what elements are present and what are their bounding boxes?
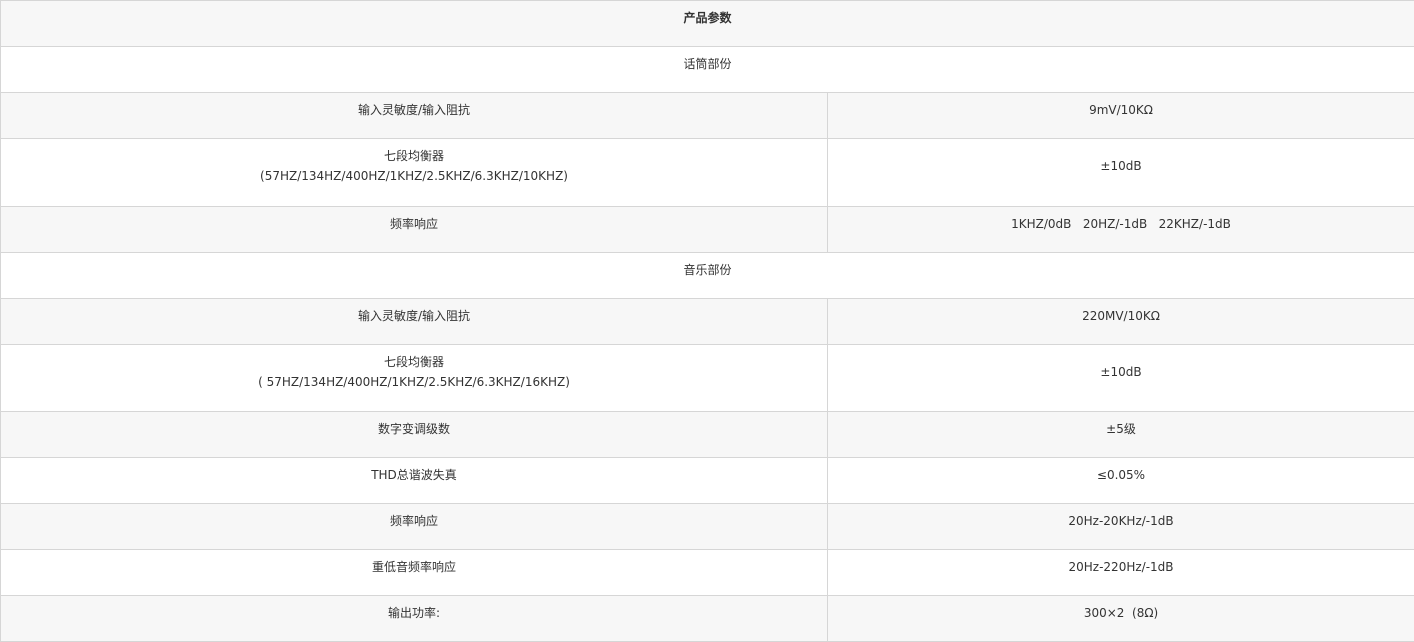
param-label: 输出功率: bbox=[1, 596, 828, 642]
param-label: 七段均衡器 bbox=[7, 146, 821, 166]
product-parameters-table: 产品参数 话筒部份 输入灵敏度/输入阻抗 9mV/10KΩ 七段均衡器 (57H… bbox=[0, 0, 1414, 642]
param-value: 220MV/10KΩ bbox=[828, 299, 1414, 345]
param-value: 1KHZ/0dB 20HZ/-1dB 22KHZ/-1dB bbox=[828, 207, 1414, 253]
param-value: 20Hz-220Hz/-1dB bbox=[828, 550, 1414, 596]
param-label: 数字变调级数 bbox=[1, 412, 828, 458]
table-row: 频率响应 1KHZ/0dB 20HZ/-1dB 22KHZ/-1dB bbox=[1, 207, 1414, 253]
table-row: 频率响应 20Hz-20KHz/-1dB bbox=[1, 504, 1414, 550]
param-value: ±10dB bbox=[828, 139, 1414, 207]
param-value: ±10dB bbox=[828, 345, 1414, 412]
param-sublabel: ( 57HZ/134HZ/400HZ/1KHZ/2.5KHZ/6.3KHZ/16… bbox=[7, 372, 821, 392]
param-value: ±5级 bbox=[828, 412, 1414, 458]
table-row: 重低音频率响应 20Hz-220Hz/-1dB bbox=[1, 550, 1414, 596]
table-row: 输入灵敏度/输入阻抗 220MV/10KΩ bbox=[1, 299, 1414, 345]
section-heading-row: 话筒部份 bbox=[1, 47, 1414, 93]
table-title-row: 产品参数 bbox=[1, 1, 1414, 47]
param-value: 20Hz-20KHz/-1dB bbox=[828, 504, 1414, 550]
param-label: 频率响应 bbox=[1, 207, 828, 253]
param-label: 频率响应 bbox=[1, 504, 828, 550]
param-value: 300×2 (8Ω) bbox=[828, 596, 1414, 642]
param-label-cell: 七段均衡器 (57HZ/134HZ/400HZ/1KHZ/2.5KHZ/6.3K… bbox=[1, 139, 828, 207]
table-row: 七段均衡器 ( 57HZ/134HZ/400HZ/1KHZ/2.5KHZ/6.3… bbox=[1, 345, 1414, 412]
table-row: THD总谐波失真 ≤0.05% bbox=[1, 458, 1414, 504]
section-heading-mic: 话筒部份 bbox=[1, 47, 1414, 93]
param-label: 七段均衡器 bbox=[7, 352, 821, 372]
param-label: 重低音频率响应 bbox=[1, 550, 828, 596]
param-label: THD总谐波失真 bbox=[1, 458, 828, 504]
param-label-cell: 七段均衡器 ( 57HZ/134HZ/400HZ/1KHZ/2.5KHZ/6.3… bbox=[1, 345, 828, 412]
section-heading-music: 音乐部份 bbox=[1, 253, 1414, 299]
table-row: 输出功率: 300×2 (8Ω) bbox=[1, 596, 1414, 642]
param-label: 输入灵敏度/输入阻抗 bbox=[1, 93, 828, 139]
table-row: 数字变调级数 ±5级 bbox=[1, 412, 1414, 458]
table-row: 输入灵敏度/输入阻抗 9mV/10KΩ bbox=[1, 93, 1414, 139]
param-label: 输入灵敏度/输入阻抗 bbox=[1, 299, 828, 345]
param-value: ≤0.05% bbox=[828, 458, 1414, 504]
param-value: 9mV/10KΩ bbox=[828, 93, 1414, 139]
param-sublabel: (57HZ/134HZ/400HZ/1KHZ/2.5KHZ/6.3KHZ/10K… bbox=[7, 166, 821, 186]
table-title: 产品参数 bbox=[1, 1, 1414, 47]
table-row: 七段均衡器 (57HZ/134HZ/400HZ/1KHZ/2.5KHZ/6.3K… bbox=[1, 139, 1414, 207]
section-heading-row: 音乐部份 bbox=[1, 253, 1414, 299]
